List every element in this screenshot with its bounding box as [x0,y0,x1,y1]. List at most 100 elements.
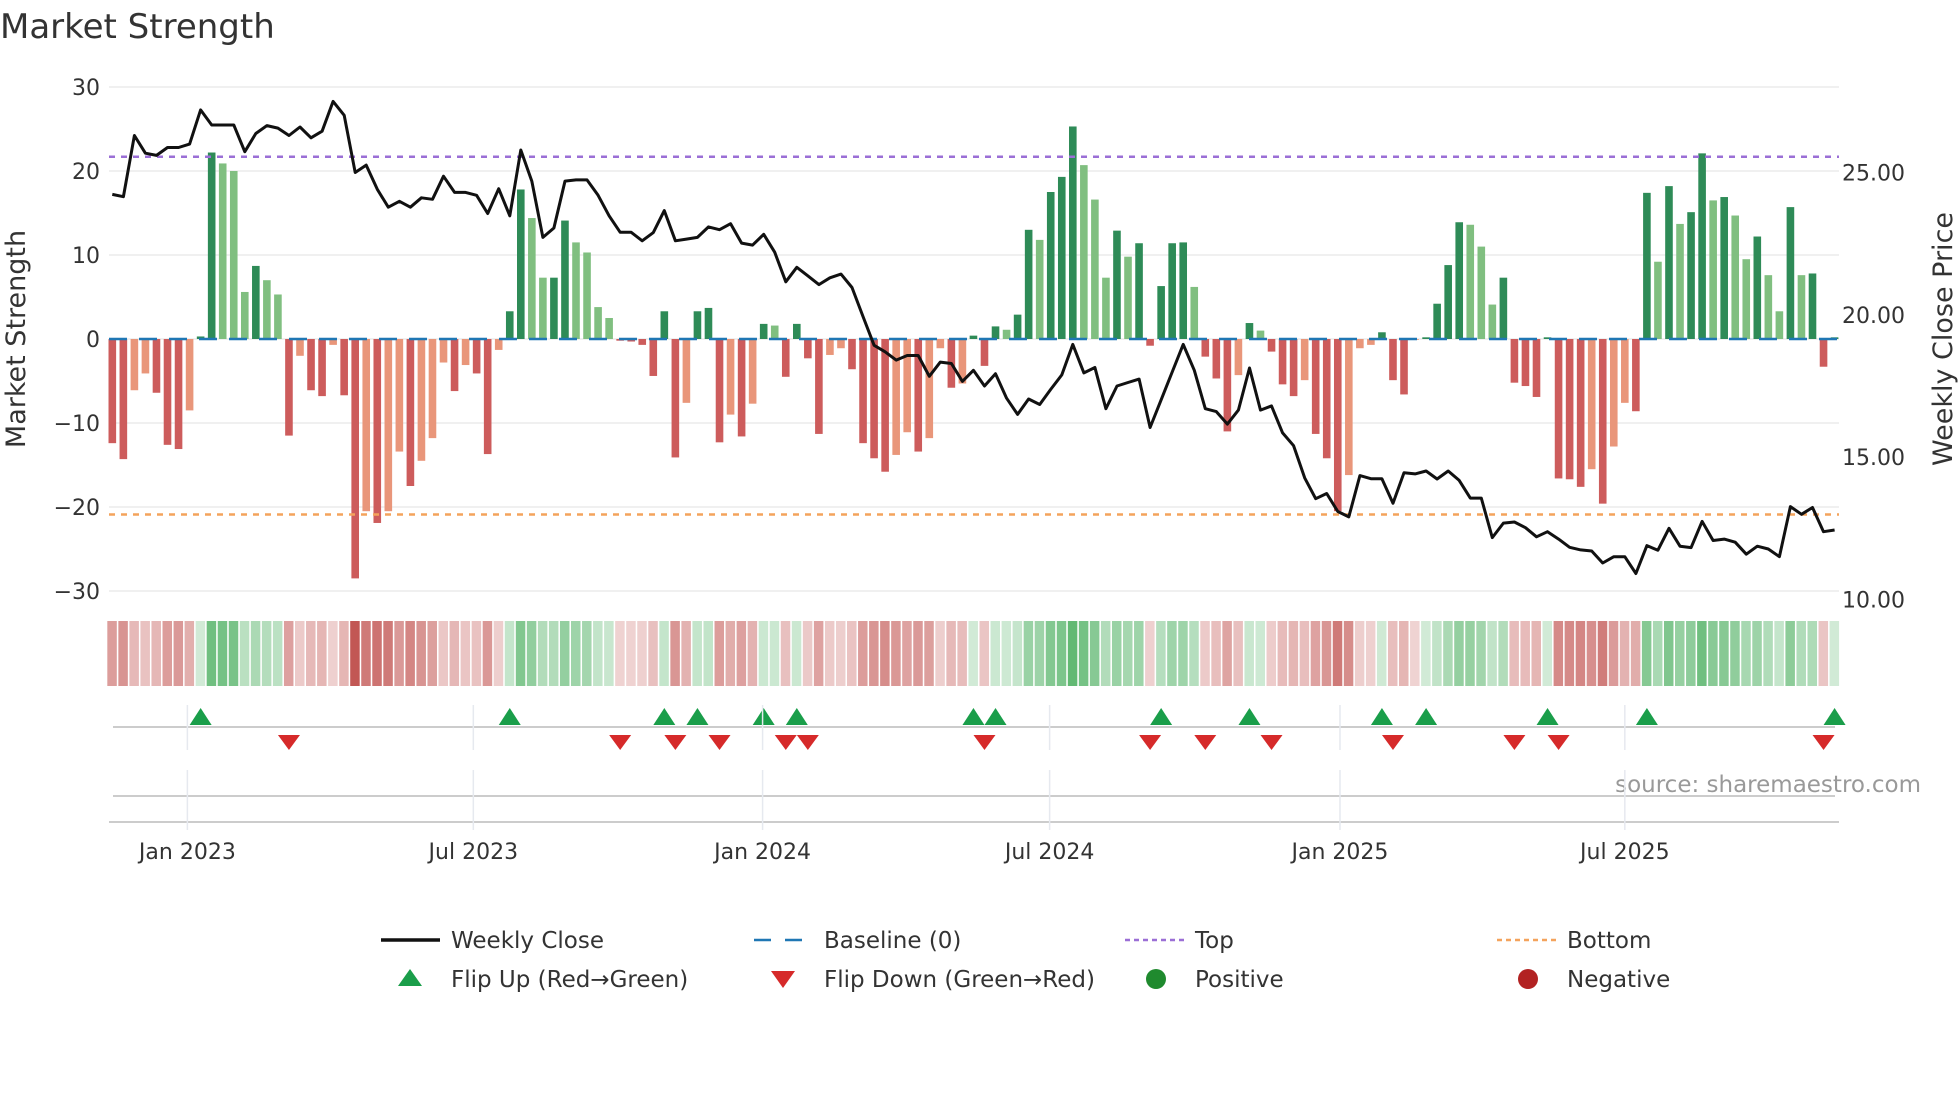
strength-bar [1433,303,1441,339]
flip-down-icon [771,971,795,988]
strength-bar [1565,339,1574,480]
heat-cell [1222,621,1232,686]
heat-cell [1652,621,1663,686]
heat-cell [637,621,647,686]
heat-cell [250,621,261,686]
heat-cell [283,621,294,686]
strength-bar [781,339,790,377]
strength-bar [395,339,404,452]
strength-bar [682,339,691,403]
flip-up-marker [653,708,676,725]
heat-strip [107,621,1840,686]
strength-bar [516,189,525,339]
heat-cell [1067,621,1078,686]
strength-bar [152,339,161,393]
heat-cell [1299,621,1310,686]
heat-cell [438,621,449,686]
flip-down-marker [973,735,996,750]
y-axis-label: Market Strength [1,230,32,448]
strength-bar [494,339,503,350]
legend-circle-icon [1146,969,1166,989]
strength-bar [815,339,823,434]
flip-up-marker [785,708,808,725]
strength-bar [1322,339,1331,459]
flip-down-marker [609,735,632,750]
heat-cell [1675,621,1685,686]
strength-bar [1510,339,1519,383]
heat-cell [1432,621,1442,686]
strength-bar [638,339,647,345]
strength-bar [1201,339,1210,357]
strength-bar [1234,339,1243,376]
heat-cell [1421,621,1431,686]
strength-bar [1643,192,1651,339]
heat-cell [217,621,228,686]
strength-bar [1621,339,1629,403]
strength-bar [119,339,128,460]
flip-up-marker [752,708,775,725]
heat-cell [1630,621,1641,686]
heat-cell [482,621,493,686]
heat-cell [394,621,404,686]
heat-cell [1807,621,1818,686]
heat-cell [1089,621,1100,686]
y-tick-label: −20 [54,496,100,521]
heat-cell [1454,621,1464,686]
legend-label: Weekly Close [451,928,604,954]
strength-bar [141,339,150,374]
strength-bar [528,218,536,339]
x-tick-label: Jul 2024 [1003,840,1095,865]
heat-cell [306,621,316,686]
market-strength-chart: Market Strength Market Strength Weekly C… [0,7,1959,993]
heat-cell [1376,621,1387,686]
strength-bar [980,339,989,366]
flip-down-marker [1139,735,1162,750]
legend-item: Positive [1146,967,1284,993]
legend-label: Baseline (0) [824,928,961,954]
heat-cell [1553,621,1564,686]
flip-up-marker [1635,708,1658,725]
y2-axis-label: Weekly Close Price [1928,212,1959,466]
strength-bar [837,339,845,349]
heat-cell [361,621,371,686]
heat-cell [162,621,173,686]
heat-cell [1619,621,1630,686]
heat-cell [1156,621,1166,686]
legend-item: Flip Up (Red→Green) [398,967,688,993]
heat-cell [1255,621,1265,686]
strength-bar [1245,323,1254,339]
heat-cell [1034,621,1045,686]
heat-cell [659,621,669,686]
strength-bar [1698,153,1706,339]
flip-up-marker [962,708,985,725]
heat-cell [493,621,504,686]
strength-bar [1400,339,1408,395]
heat-cell [935,621,945,686]
strength-bar [108,339,117,444]
heat-cell [1111,621,1122,686]
strength-bar [1091,199,1099,339]
strength-bar [1422,337,1430,339]
strength-bar [1024,229,1033,339]
heat-cell [1597,621,1608,686]
flip-down-marker [1194,735,1217,750]
strength-bar [1808,273,1817,339]
heat-cell [173,621,184,686]
x-tick-label: Jan 2025 [1290,840,1389,865]
strength-bar [1764,275,1773,339]
strength-bar [1466,224,1475,339]
strength-bar [793,323,801,339]
y2-tick-label: 10.00 [1842,588,1905,613]
heat-cell [449,621,460,686]
flip-down-marker [774,735,797,750]
legend-label: Top [1194,928,1234,954]
legend-label: Flip Down (Green→Red) [824,967,1095,993]
strength-bar [1345,339,1353,476]
strength-bar [770,325,779,339]
heat-cell [1509,621,1519,686]
heat-cell [460,621,471,686]
heat-cell [946,621,956,686]
heat-cell [1001,621,1012,686]
heat-cell [1542,621,1553,686]
strength-bar [881,339,889,472]
